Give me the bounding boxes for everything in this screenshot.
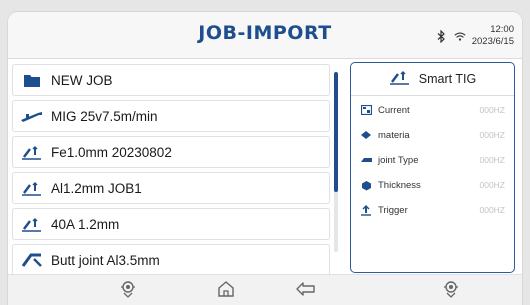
job-label: NEW JOB — [51, 72, 113, 88]
mig-torch-icon — [19, 106, 45, 126]
thickness-icon — [359, 180, 373, 191]
current-icon — [359, 105, 373, 115]
param-label: materia — [378, 129, 410, 141]
param-value: 000HZ — [479, 105, 505, 115]
param-row-trigger: Trigger 000HZ — [359, 201, 505, 219]
param-row-material: materia 000HZ — [359, 126, 505, 144]
home-button[interactable] — [212, 279, 240, 303]
param-row-current: Current 000HZ — [359, 101, 505, 119]
tig-torch-icon — [19, 142, 45, 162]
param-label: Trigger — [378, 204, 408, 216]
bluetooth-icon — [436, 29, 448, 43]
param-value: 000HZ — [479, 155, 505, 165]
settings-right-button[interactable] — [437, 279, 465, 303]
param-row-thickness: Thickness 000HZ — [359, 176, 505, 194]
job-item-40a[interactable]: 40A 1.2mm — [12, 208, 330, 240]
job-label: Butt joint Al3.5mm — [51, 252, 160, 268]
tig-torch-icon — [19, 214, 45, 234]
tig-torch-icon — [389, 69, 411, 90]
time-text: 12:00 — [490, 24, 514, 35]
job-item-fe[interactable]: Fe1.0mm 20230802 — [12, 136, 330, 168]
back-icon — [295, 280, 317, 303]
settings-left-button[interactable] — [114, 279, 142, 303]
wifi-icon — [454, 29, 466, 43]
param-label: Thickness — [378, 179, 421, 191]
smart-tig-panel: Smart TIG Current 000HZ materia 000HZ jo… — [350, 62, 515, 273]
trigger-icon — [359, 204, 373, 216]
job-label: Fe1.0mm 20230802 — [51, 144, 172, 160]
param-value: 000HZ — [479, 180, 505, 190]
tig-torch-icon — [19, 178, 45, 198]
job-item-butt-joint[interactable]: Butt joint Al3.5mm — [12, 244, 330, 276]
material-icon — [359, 130, 373, 140]
param-value: 000HZ — [479, 205, 505, 215]
job-item-new-job[interactable]: NEW JOB — [12, 64, 330, 96]
settings-left-icon — [118, 279, 138, 304]
joint-type-icon — [359, 156, 373, 164]
param-label: joint Type — [378, 154, 419, 166]
param-label: Current — [378, 104, 410, 116]
job-item-mig[interactable]: MIG 25v7.5m/min — [12, 100, 330, 132]
clock: 12:00 2023/6/15 — [472, 24, 514, 48]
param-row-joint-type: joint Type 000HZ — [359, 151, 505, 169]
screen: JOB-IMPORT 12:00 2023/6/15 NEW JOB MIG 2… — [8, 12, 522, 305]
panel-title: Smart TIG — [418, 72, 477, 86]
folder-icon — [19, 70, 45, 90]
butt-joint-icon — [19, 250, 45, 270]
header-bar: JOB-IMPORT 12:00 2023/6/15 — [8, 12, 522, 59]
status-area: 12:00 2023/6/15 — [436, 20, 514, 52]
job-item-al[interactable]: Al1.2mm JOB1 — [12, 172, 330, 204]
home-icon — [216, 279, 236, 304]
job-label: MIG 25v7.5m/min — [51, 108, 158, 124]
date-text: 2023/6/15 — [471, 36, 514, 47]
scrollbar-thumb[interactable] — [334, 72, 338, 192]
footer-bar — [8, 274, 522, 305]
job-label: 40A 1.2mm — [51, 216, 120, 232]
param-value: 000HZ — [479, 130, 505, 140]
job-label: Al1.2mm JOB1 — [51, 180, 142, 196]
settings-right-icon — [441, 279, 461, 304]
back-button[interactable] — [292, 279, 320, 303]
panel-header: Smart TIG — [351, 63, 514, 96]
